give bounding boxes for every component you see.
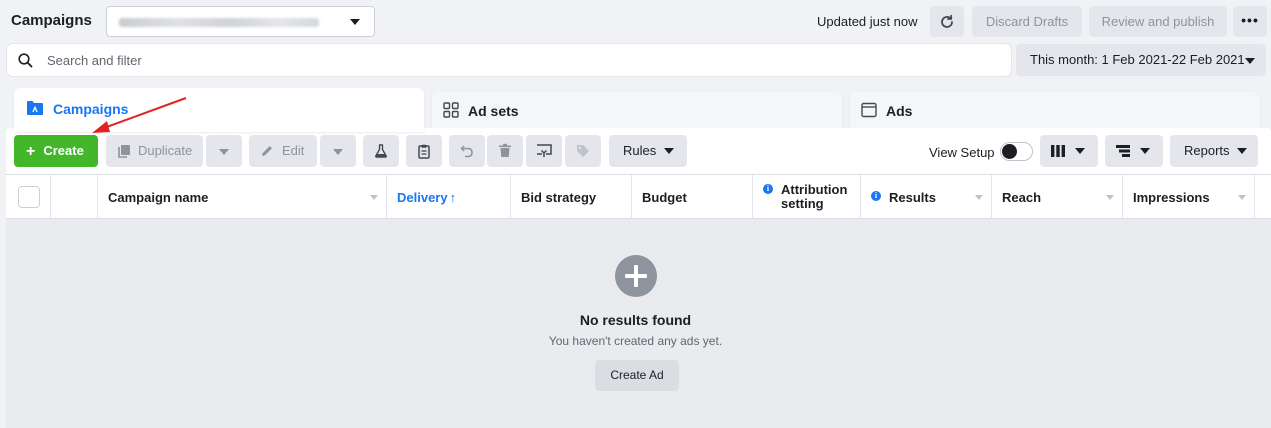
preview-icon: [537, 144, 552, 157]
page-title: Campaigns: [11, 12, 92, 29]
preview-button[interactable]: [526, 135, 562, 167]
ad-sets-grid-icon: [443, 102, 459, 118]
info-icon[interactable]: i: [763, 184, 773, 194]
tab-campaigns[interactable]: Campaigns: [14, 88, 424, 132]
top-bar: Campaigns Updated just now Discard Draft…: [0, 0, 1271, 42]
chevron-down-icon: [1075, 148, 1085, 154]
updated-status: Updated just now: [817, 14, 918, 29]
chevron-down-icon[interactable]: [1106, 195, 1114, 200]
tab-label: Campaigns: [53, 101, 129, 117]
column-header-attribution-setting[interactable]: i Attribution setting: [753, 175, 861, 220]
create-button[interactable]: + Create: [14, 135, 98, 167]
select-all-column: [6, 175, 51, 220]
chevron-down-icon[interactable]: [975, 195, 983, 200]
duplicate-icon: [118, 145, 130, 158]
column-label: Impressions: [1133, 190, 1210, 205]
breakdown-button[interactable]: [1105, 135, 1163, 167]
column-label: Campaign name: [108, 190, 209, 205]
duplicate-dropdown-button[interactable]: [206, 135, 242, 167]
columns-icon: [1051, 145, 1065, 157]
undo-button[interactable]: [449, 135, 485, 167]
tag-button[interactable]: [565, 135, 601, 167]
column-label: Budget: [642, 190, 687, 205]
clipboard-icon: [418, 144, 430, 159]
review-and-publish-button[interactable]: Review and publish: [1089, 6, 1227, 37]
column-header-budget[interactable]: Budget: [632, 175, 753, 220]
toggle-column: [51, 175, 98, 220]
chevron-down-icon: [333, 149, 343, 155]
create-button-label: Create: [43, 143, 84, 158]
tab-label: Ads: [886, 103, 913, 119]
search-input[interactable]: [47, 50, 947, 70]
campaigns-folder-icon: [27, 101, 43, 115]
column-header-campaign-name[interactable]: Campaign name: [98, 175, 387, 220]
add-circle-icon: [615, 255, 657, 297]
tab-label: Ad sets: [468, 103, 519, 119]
column-label: Bid strategy: [521, 190, 597, 205]
edit-button-label: Edit: [282, 143, 305, 158]
refresh-icon: [941, 14, 953, 28]
empty-state-subtitle: You haven't created any ads yet.: [548, 334, 723, 348]
date-range-label: This month: 1 Feb 2021-22 Feb 2021: [1030, 52, 1245, 67]
edit-button[interactable]: Edit: [249, 135, 317, 167]
table-header: Campaign name Delivery ↑ Bid strategy Bud…: [6, 174, 1271, 220]
column-header-impressions[interactable]: Impressions: [1123, 175, 1255, 220]
view-setup-toggle[interactable]: [1000, 142, 1033, 161]
reports-button[interactable]: Reports: [1170, 135, 1258, 167]
edit-dropdown-button[interactable]: [320, 135, 356, 167]
chevron-down-icon: [1140, 148, 1150, 154]
chevron-down-icon: [1237, 148, 1247, 154]
column-header-bid-strategy[interactable]: Bid strategy: [511, 175, 632, 220]
column-header-reach[interactable]: Reach: [992, 175, 1123, 220]
pencil-icon: [262, 146, 272, 156]
plus-icon: +: [26, 143, 36, 160]
toggle-knob: [1002, 144, 1017, 159]
more-options-button[interactable]: •••: [1233, 6, 1267, 37]
info-icon[interactable]: i: [871, 191, 881, 201]
rules-button-label: Rules: [623, 143, 657, 158]
search-icon: [18, 53, 33, 68]
select-all-checkbox[interactable]: [18, 186, 40, 208]
undo-icon: [460, 145, 473, 158]
column-header-truncated[interactable]: [1255, 175, 1271, 220]
discard-drafts-button[interactable]: Discard Drafts: [972, 6, 1082, 37]
column-header-results[interactable]: i Results: [861, 175, 992, 220]
ab-test-button[interactable]: [363, 135, 399, 167]
search-and-filter-bar[interactable]: [7, 44, 1011, 76]
flask-icon: [375, 144, 387, 158]
reports-button-label: Reports: [1184, 143, 1230, 158]
chevron-down-icon: [350, 19, 360, 25]
sort-ascending-icon: ↑: [449, 190, 457, 205]
column-label-text: Delivery: [397, 190, 448, 205]
view-setup-label: View Setup: [929, 145, 995, 160]
create-ad-button[interactable]: Create Ad: [595, 360, 679, 391]
breakdown-icon: [1116, 145, 1130, 157]
chevron-down-icon: [664, 148, 674, 154]
column-label: Reach: [1002, 190, 1042, 205]
column-label: Attribution setting: [781, 183, 853, 211]
date-range-picker[interactable]: This month: 1 Feb 2021-22 Feb 2021: [1016, 44, 1266, 76]
chevron-down-icon: [219, 149, 229, 155]
delete-button[interactable]: [487, 135, 523, 167]
clipboard-button[interactable]: [406, 135, 442, 167]
column-header-delivery[interactable]: Delivery ↑: [387, 175, 511, 220]
chevron-down-icon[interactable]: [370, 195, 378, 200]
chevron-down-icon[interactable]: [1238, 195, 1246, 200]
duplicate-button-label: Duplicate: [138, 143, 193, 158]
empty-state-title: No results found: [579, 312, 692, 328]
rules-button[interactable]: Rules: [609, 135, 687, 167]
ad-account-name-redacted: [119, 18, 319, 27]
duplicate-button[interactable]: Duplicate: [106, 135, 203, 167]
column-label-text: Attribution setting: [781, 182, 848, 211]
column-label: Delivery ↑: [397, 190, 456, 205]
ad-account-select[interactable]: [106, 6, 375, 37]
chevron-down-icon: [1245, 58, 1255, 64]
tag-icon: [577, 145, 589, 157]
trash-icon: [499, 143, 511, 157]
column-label: Results: [889, 190, 936, 205]
ads-window-icon: [861, 102, 877, 118]
refresh-button[interactable]: [930, 6, 964, 37]
columns-button[interactable]: [1040, 135, 1098, 167]
